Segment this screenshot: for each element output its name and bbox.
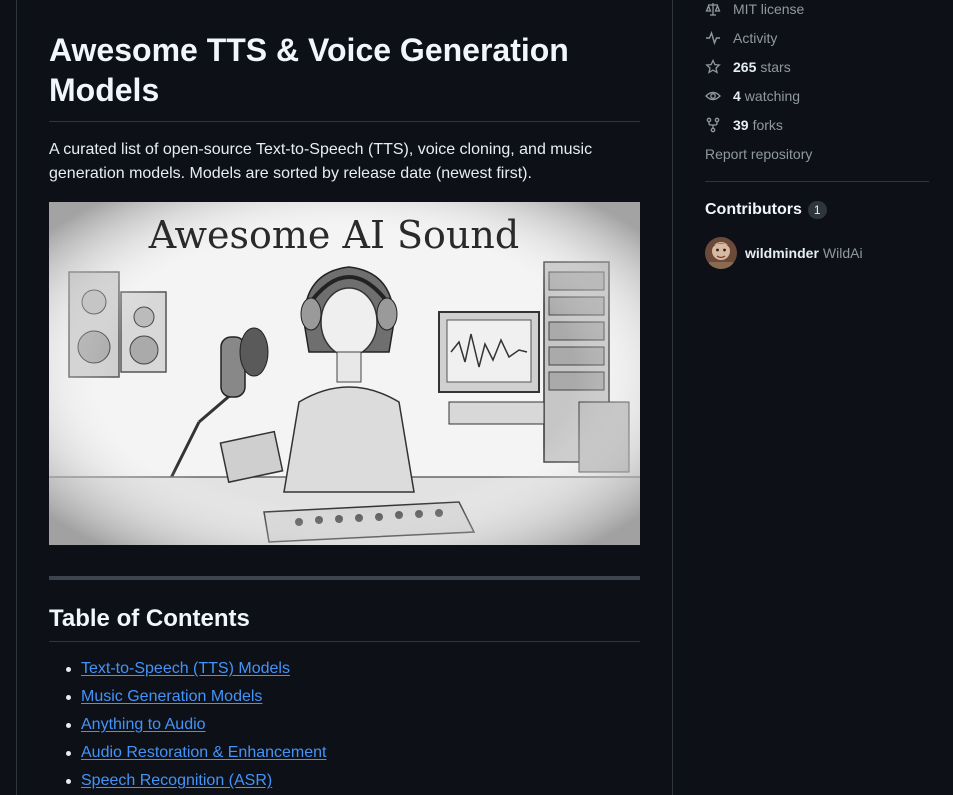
bullet-icon: [66, 751, 71, 756]
contributor-name: WildAi: [822, 245, 863, 261]
activity-link[interactable]: Activity: [705, 28, 777, 48]
list-item: Audio Restoration & Enhancement: [49, 741, 326, 769]
toc-link-anything-to-audio[interactable]: Anything to Audio: [81, 716, 206, 733]
toc-link-restoration[interactable]: Audio Restoration & Enhancement: [81, 744, 326, 761]
license-link[interactable]: MIT license: [705, 0, 804, 19]
forks-label: forks: [752, 117, 783, 133]
stars-link[interactable]: 265 stars: [705, 57, 791, 77]
banner-image[interactable]: Awesome AI Sound: [49, 202, 640, 545]
forks-link[interactable]: 39 forks: [705, 115, 783, 135]
readme-title: Awesome TTS & Voice Generation Models: [49, 32, 569, 108]
toc-heading-divider: [49, 641, 640, 642]
list-item: Speech Recognition (ASR): [49, 769, 326, 795]
section-divider: [49, 576, 640, 580]
bullet-icon: [66, 667, 71, 672]
title-divider: [49, 121, 640, 122]
bullet-icon: [66, 723, 71, 728]
eye-icon: [705, 91, 721, 101]
bullet-icon: [66, 779, 71, 784]
avatar[interactable]: [705, 237, 737, 269]
toc-heading: Table of Contents: [49, 605, 250, 632]
sidebar-divider: [705, 181, 929, 182]
forks-count: 39: [733, 117, 749, 133]
watching-label: watching: [744, 88, 801, 104]
stars-count: 265: [733, 59, 757, 75]
star-icon: [705, 59, 721, 74]
contributors-title: Contributors: [705, 201, 802, 218]
list-item: Text-to-Speech (TTS) Models: [49, 657, 326, 685]
list-item: Music Generation Models: [49, 685, 326, 713]
watching-count: 4: [733, 88, 741, 104]
report-repository-link[interactable]: Report repository: [705, 144, 812, 164]
watchers-link[interactable]: 4 watching: [705, 86, 800, 106]
law-icon: [705, 3, 721, 16]
contributor-login: wildminder: [745, 245, 819, 261]
license-label: MIT license: [733, 1, 805, 17]
toc-list: Text-to-Speech (TTS) Models Music Genera…: [49, 657, 326, 795]
banner-text: Awesome AI Sound: [148, 213, 519, 257]
toc-link-asr[interactable]: Speech Recognition (ASR): [81, 772, 272, 789]
list-item: Anything to Audio: [49, 713, 326, 741]
activity-label: Activity: [733, 30, 778, 46]
contributor-item[interactable]: wildminder WildAi: [705, 237, 863, 269]
pulse-icon: [706, 30, 720, 46]
fork-icon: [706, 117, 720, 133]
contributors-count: 1: [807, 201, 827, 219]
stars-label: stars: [760, 59, 791, 75]
bullet-icon: [66, 695, 71, 700]
toc-link-tts[interactable]: Text-to-Speech (TTS) Models: [81, 660, 290, 677]
readme-intro: A curated list of open-source Text-to-Sp…: [49, 141, 593, 182]
contributors-heading[interactable]: Contributors 1: [705, 199, 827, 221]
toc-link-music[interactable]: Music Generation Models: [81, 688, 262, 705]
